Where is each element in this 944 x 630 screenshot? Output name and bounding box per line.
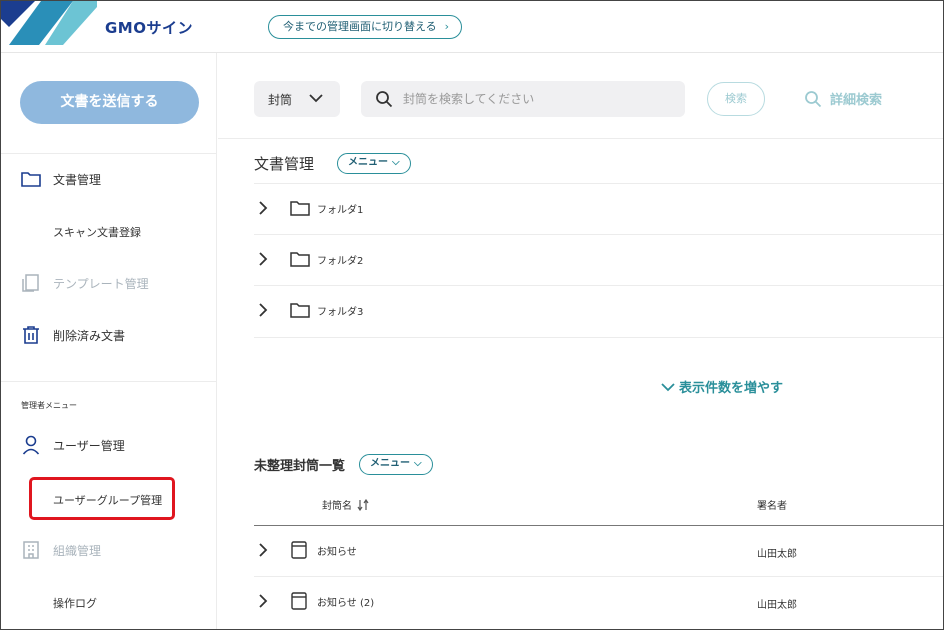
chevron-right-icon — [258, 543, 272, 557]
table-row[interactable]: お知らせ — [258, 541, 357, 559]
send-document-button[interactable]: 文書を送信する — [20, 81, 199, 124]
sort-icon — [357, 498, 369, 511]
documents-menu-button[interactable]: メニュー ⌵ — [337, 153, 411, 174]
sidebar-item-deleted-documents[interactable]: 削除済み文書 — [21, 325, 125, 345]
sidebar-item-organization-management[interactable]: 組織管理 — [21, 540, 101, 560]
divider — [1, 153, 217, 154]
chevron-right-icon — [258, 594, 272, 608]
template-icon — [21, 273, 41, 293]
divider — [254, 337, 943, 338]
menu-label: メニュー — [348, 157, 388, 168]
folder-row[interactable]: フォルダ3 — [258, 302, 363, 318]
column-header-label: 封筒名 — [322, 501, 352, 512]
unsorted-menu-button[interactable]: メニュー ⌵ — [359, 454, 433, 475]
switch-old-ui-button[interactable]: 今までの管理画面に切り替える › — [268, 15, 463, 39]
show-more-link[interactable]: 表示件数を増やす — [661, 377, 783, 396]
divider — [254, 183, 943, 184]
signer-name: 山田太郎 — [757, 549, 797, 560]
divider — [254, 576, 943, 577]
sidebar-item-label: 組織管理 — [53, 543, 102, 558]
search-field[interactable] — [361, 81, 685, 117]
table-row[interactable]: お知らせ (2) — [258, 592, 375, 610]
sidebar-item-label: ユーザー管理 — [53, 438, 125, 453]
menu-label: メニュー — [370, 458, 410, 469]
sidebar-item-label: 文書管理 — [53, 172, 102, 187]
sidebar-item-user-management[interactable]: ユーザー管理 — [21, 435, 125, 455]
envelope-icon — [290, 592, 310, 610]
column-header-label: 署名者 — [757, 501, 787, 512]
search-bar: 封筒 検索 詳細検索 — [218, 53, 943, 139]
divider — [254, 234, 943, 235]
sidebar-item-document-management[interactable]: 文書管理 — [21, 169, 101, 189]
envelope-name: お知らせ — [317, 546, 357, 558]
folder-icon — [290, 302, 310, 318]
column-header-signer[interactable]: 署名者 — [757, 497, 787, 512]
switch-old-ui-label: 今までの管理画面に切り替える — [283, 20, 437, 33]
user-icon — [21, 435, 41, 455]
envelope-icon — [290, 541, 310, 559]
chevron-down-icon: ⌵ — [392, 157, 400, 168]
sidebar-item-scan-register[interactable]: スキャン文書登録 — [53, 224, 141, 240]
main-content: 封筒 検索 詳細検索 文書管理 メニュー ⌵ フォルダ1 — [218, 53, 943, 629]
trash-icon — [21, 325, 41, 345]
chevron-right-icon: › — [444, 20, 450, 33]
folder-name: フォルダ2 — [317, 255, 364, 267]
highlight-box — [29, 477, 175, 520]
advanced-search-label: 詳細検索 — [830, 93, 883, 108]
envelope-name: お知らせ (2) — [317, 597, 375, 609]
logo-icon — [1, 1, 97, 45]
sidebar-item-template-management[interactable]: テンプレート管理 — [21, 273, 149, 293]
sidebar-item-label: テンプレート管理 — [53, 276, 149, 291]
divider — [254, 285, 943, 286]
divider — [1, 381, 217, 382]
folder-name: フォルダ3 — [317, 306, 364, 318]
header: GMOサイン 今までの管理画面に切り替える › — [1, 1, 943, 53]
table-header-divider — [254, 525, 943, 526]
admin-menu-label: 管理者メニュー — [21, 401, 77, 410]
advanced-search-link[interactable]: 詳細検索 — [804, 89, 882, 108]
search-button[interactable]: 検索 — [707, 82, 765, 116]
folder-row[interactable]: フォルダ2 — [258, 251, 363, 267]
sidebar: 文書を送信する 文書管理 スキャン文書登録 テンプレート管理 削除済み文書 管理… — [1, 53, 217, 629]
folder-icon — [290, 251, 310, 267]
folder-name: フォルダ1 — [317, 204, 364, 216]
folder-icon — [21, 169, 41, 189]
search-icon — [805, 90, 822, 107]
search-type-label: 封筒 — [268, 92, 293, 107]
chevron-right-icon — [258, 201, 272, 215]
signer-name: 山田太郎 — [757, 600, 797, 611]
search-icon — [376, 91, 393, 108]
chevron-down-icon — [309, 94, 323, 103]
section-title-unsorted: 未整理封筒一覧 — [254, 459, 346, 474]
chevron-right-icon — [258, 303, 272, 317]
chevron-right-icon — [258, 252, 272, 266]
section-title-documents: 文書管理 — [254, 155, 315, 173]
brand-name: GMOサイン — [105, 19, 193, 37]
folder-icon — [290, 200, 310, 216]
building-icon — [21, 540, 41, 560]
sidebar-item-operation-log[interactable]: 操作ログ — [53, 595, 97, 611]
search-input[interactable] — [403, 92, 663, 106]
chevron-down-icon — [661, 382, 675, 391]
folder-row[interactable]: フォルダ1 — [258, 200, 363, 216]
app-window: GMOサイン 今までの管理画面に切り替える › 文書を送信する 文書管理 スキャン… — [0, 0, 944, 630]
show-more-label: 表示件数を増やす — [679, 381, 784, 396]
column-header-name[interactable]: 封筒名 — [322, 497, 369, 512]
chevron-down-icon: ⌵ — [414, 458, 422, 469]
sidebar-item-label: 削除済み文書 — [53, 328, 126, 343]
search-type-select[interactable]: 封筒 — [254, 81, 340, 117]
